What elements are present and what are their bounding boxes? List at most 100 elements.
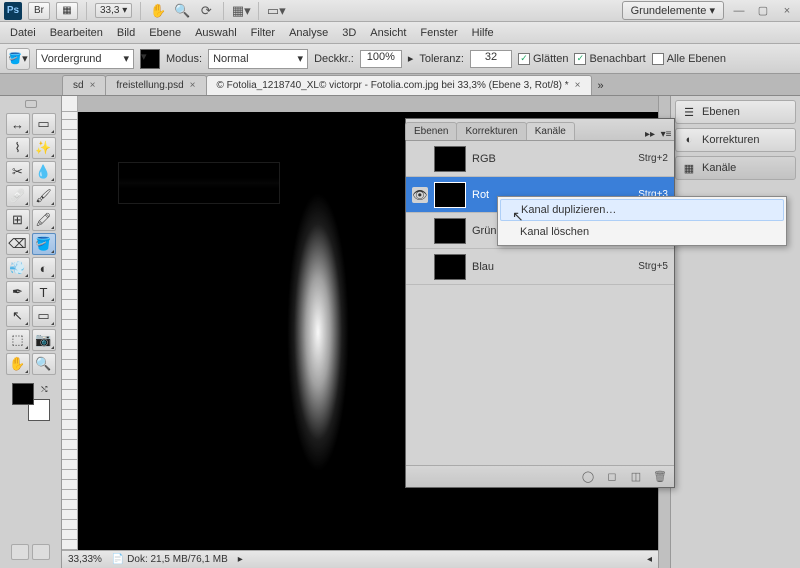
zoom-tool-icon[interactable]: 🔍 [173, 2, 191, 20]
channel-row-rgb[interactable]: RGB Strg+2 [406, 141, 674, 177]
pen-tool[interactable]: ✒ [6, 281, 30, 303]
mini-bridge-button[interactable]: ▦ [56, 2, 78, 20]
panel-footer: ◯ ◻ ◫ 🗑 [406, 465, 674, 487]
current-tool-icon[interactable]: 🪣▾ [6, 48, 30, 70]
move-tool[interactable]: ↔ [6, 113, 30, 135]
panel-tabs: Ebenen Korrekturen Kanäle ▸▸ ▾≡ [406, 119, 674, 141]
contiguous-checkbox[interactable]: ✓Benachbart [574, 53, 645, 65]
delete-channel-icon[interactable]: 🗑 [652, 470, 668, 483]
opacity-flyout-icon[interactable]: ▸ [408, 52, 414, 65]
zoom-dropdown[interactable]: 33,3 ▾ [95, 3, 132, 18]
close-icon[interactable]: × [575, 80, 581, 91]
menu-filter[interactable]: Filter [251, 27, 275, 39]
3d-camera-tool[interactable]: 📷 [32, 329, 56, 351]
doc-tab-2[interactable]: freistellung.psd× [105, 75, 206, 95]
quick-select-tool[interactable]: ✨ [32, 137, 56, 159]
mode-label: Modus: [166, 53, 202, 65]
mode-combo[interactable]: Normal▾ [208, 49, 308, 69]
visibility-icon[interactable] [412, 151, 428, 167]
ctx-kanal-duplizieren[interactable]: Kanal duplizieren… [500, 199, 784, 221]
all-layers-checkbox[interactable]: Alle Ebenen [652, 53, 726, 65]
pattern-swatch[interactable]: ▾ [140, 49, 160, 69]
menu-ansicht[interactable]: Ansicht [370, 27, 406, 39]
screen-mode-icon[interactable]: ▭▾ [267, 2, 285, 20]
crop-tool[interactable]: ✂ [6, 161, 30, 183]
type-tool[interactable]: T [32, 281, 56, 303]
doc-tab-1[interactable]: sd× [62, 75, 106, 95]
menu-analyse[interactable]: Analyse [289, 27, 328, 39]
menu-3d[interactable]: 3D [342, 27, 356, 39]
panel-button-korrekturen[interactable]: ◐Korrekturen [675, 128, 796, 152]
stamp-tool[interactable]: ⊞ [6, 209, 30, 231]
tolerance-input[interactable]: 32 [470, 50, 512, 68]
close-icon[interactable]: × [90, 80, 96, 91]
opacity-input[interactable]: 100% [360, 50, 402, 68]
swap-colors-icon[interactable]: ⤭ [41, 385, 47, 395]
ruler-vertical[interactable] [62, 112, 78, 550]
antialias-checkbox[interactable]: ✓Glätten [518, 53, 568, 65]
scroll-left-icon[interactable]: ◂ [647, 554, 652, 565]
3d-tool[interactable]: ⬚ [6, 329, 30, 351]
restore-button[interactable]: ▢ [754, 4, 772, 18]
screenmode-button[interactable] [32, 544, 50, 560]
bridge-button[interactable]: Br [28, 2, 50, 20]
options-bar: 🪣▾ Vordergrund▾ ▾ Modus: Normal▾ Deckkr.… [0, 44, 800, 74]
hand-tool-icon[interactable]: ✋ [149, 2, 167, 20]
rotate-view-icon[interactable]: ⟳ [197, 2, 215, 20]
tab-kanaele[interactable]: Kanäle [526, 122, 575, 140]
visibility-icon[interactable]: 👁 [412, 187, 428, 203]
eraser-tool[interactable]: ⌫ [6, 233, 30, 255]
menu-ebene[interactable]: Ebene [149, 27, 181, 39]
menu-bearbeiten[interactable]: Bearbeiten [50, 27, 103, 39]
hand-tool[interactable]: ✋ [6, 353, 30, 375]
arrange-docs-icon[interactable]: ▦▾ [232, 2, 250, 20]
load-selection-icon[interactable]: ◯ [580, 470, 596, 483]
opacity-label: Deckkr.: [314, 53, 354, 65]
close-button[interactable]: × [778, 4, 796, 18]
quickmask-button[interactable] [11, 544, 29, 560]
menu-fenster[interactable]: Fenster [420, 27, 457, 39]
blur-tool[interactable]: 💨 [6, 257, 30, 279]
shape-tool[interactable]: ▭ [32, 305, 56, 327]
tab-ebenen[interactable]: Ebenen [405, 122, 457, 140]
document-tabs: sd× freistellung.psd× © Fotolia_1218740_… [0, 74, 800, 96]
brush-tool[interactable]: 🖌 [32, 185, 56, 207]
channel-row-blau[interactable]: Blau Strg+5 [406, 249, 674, 285]
visibility-icon[interactable] [412, 223, 428, 239]
status-zoom[interactable]: 33,33% [68, 554, 102, 565]
fill-source-combo[interactable]: Vordergrund▾ [36, 49, 134, 69]
menu-hilfe[interactable]: Hilfe [472, 27, 494, 39]
menu-datei[interactable]: Datei [10, 27, 36, 39]
eyedropper-tool[interactable]: 💧 [32, 161, 56, 183]
panel-button-ebenen[interactable]: ☰Ebenen [675, 100, 796, 124]
save-selection-icon[interactable]: ◻ [604, 470, 620, 483]
zoom-tool[interactable]: 🔍 [32, 353, 56, 375]
foreground-swatch[interactable] [12, 383, 34, 405]
channel-thumb [434, 254, 466, 280]
history-brush-tool[interactable]: 🖍 [32, 209, 56, 231]
close-icon[interactable]: × [190, 80, 196, 91]
bucket-tool[interactable]: 🪣 [32, 233, 56, 255]
color-swatches[interactable]: ⤭ [12, 383, 50, 421]
ctx-kanal-loeschen[interactable]: Kanal löschen [500, 221, 784, 243]
panel-menu-icon[interactable]: ▾≡ [658, 129, 674, 140]
status-doc-size[interactable]: 📄 Dok: 21,5 MB/76,1 MB [112, 554, 228, 565]
toolbox-collapse[interactable] [25, 100, 37, 108]
status-flyout-icon[interactable]: ▸ [238, 554, 243, 565]
lasso-tool[interactable]: ⌇ [6, 137, 30, 159]
doc-tab-3[interactable]: © Fotolia_1218740_XL© victorpr - Fotolia… [206, 75, 592, 95]
menu-bild[interactable]: Bild [117, 27, 135, 39]
panel-button-kanaele[interactable]: ▦Kanäle [675, 156, 796, 180]
tab-nav-right[interactable]: » [593, 77, 609, 95]
marquee-tool[interactable]: ▭ [32, 113, 56, 135]
menu-auswahl[interactable]: Auswahl [195, 27, 237, 39]
healing-tool[interactable]: 🩹 [6, 185, 30, 207]
dodge-tool[interactable]: ◐ [32, 257, 56, 279]
minimize-button[interactable]: — [730, 4, 748, 18]
path-select-tool[interactable]: ↖ [6, 305, 30, 327]
panel-collapse-icon[interactable]: ▸▸ [642, 129, 658, 140]
workspace-switcher[interactable]: Grundelemente ▾ [622, 1, 724, 20]
tab-korrekturen[interactable]: Korrekturen [456, 122, 526, 140]
new-channel-icon[interactable]: ◫ [628, 470, 644, 483]
visibility-icon[interactable] [412, 259, 428, 275]
